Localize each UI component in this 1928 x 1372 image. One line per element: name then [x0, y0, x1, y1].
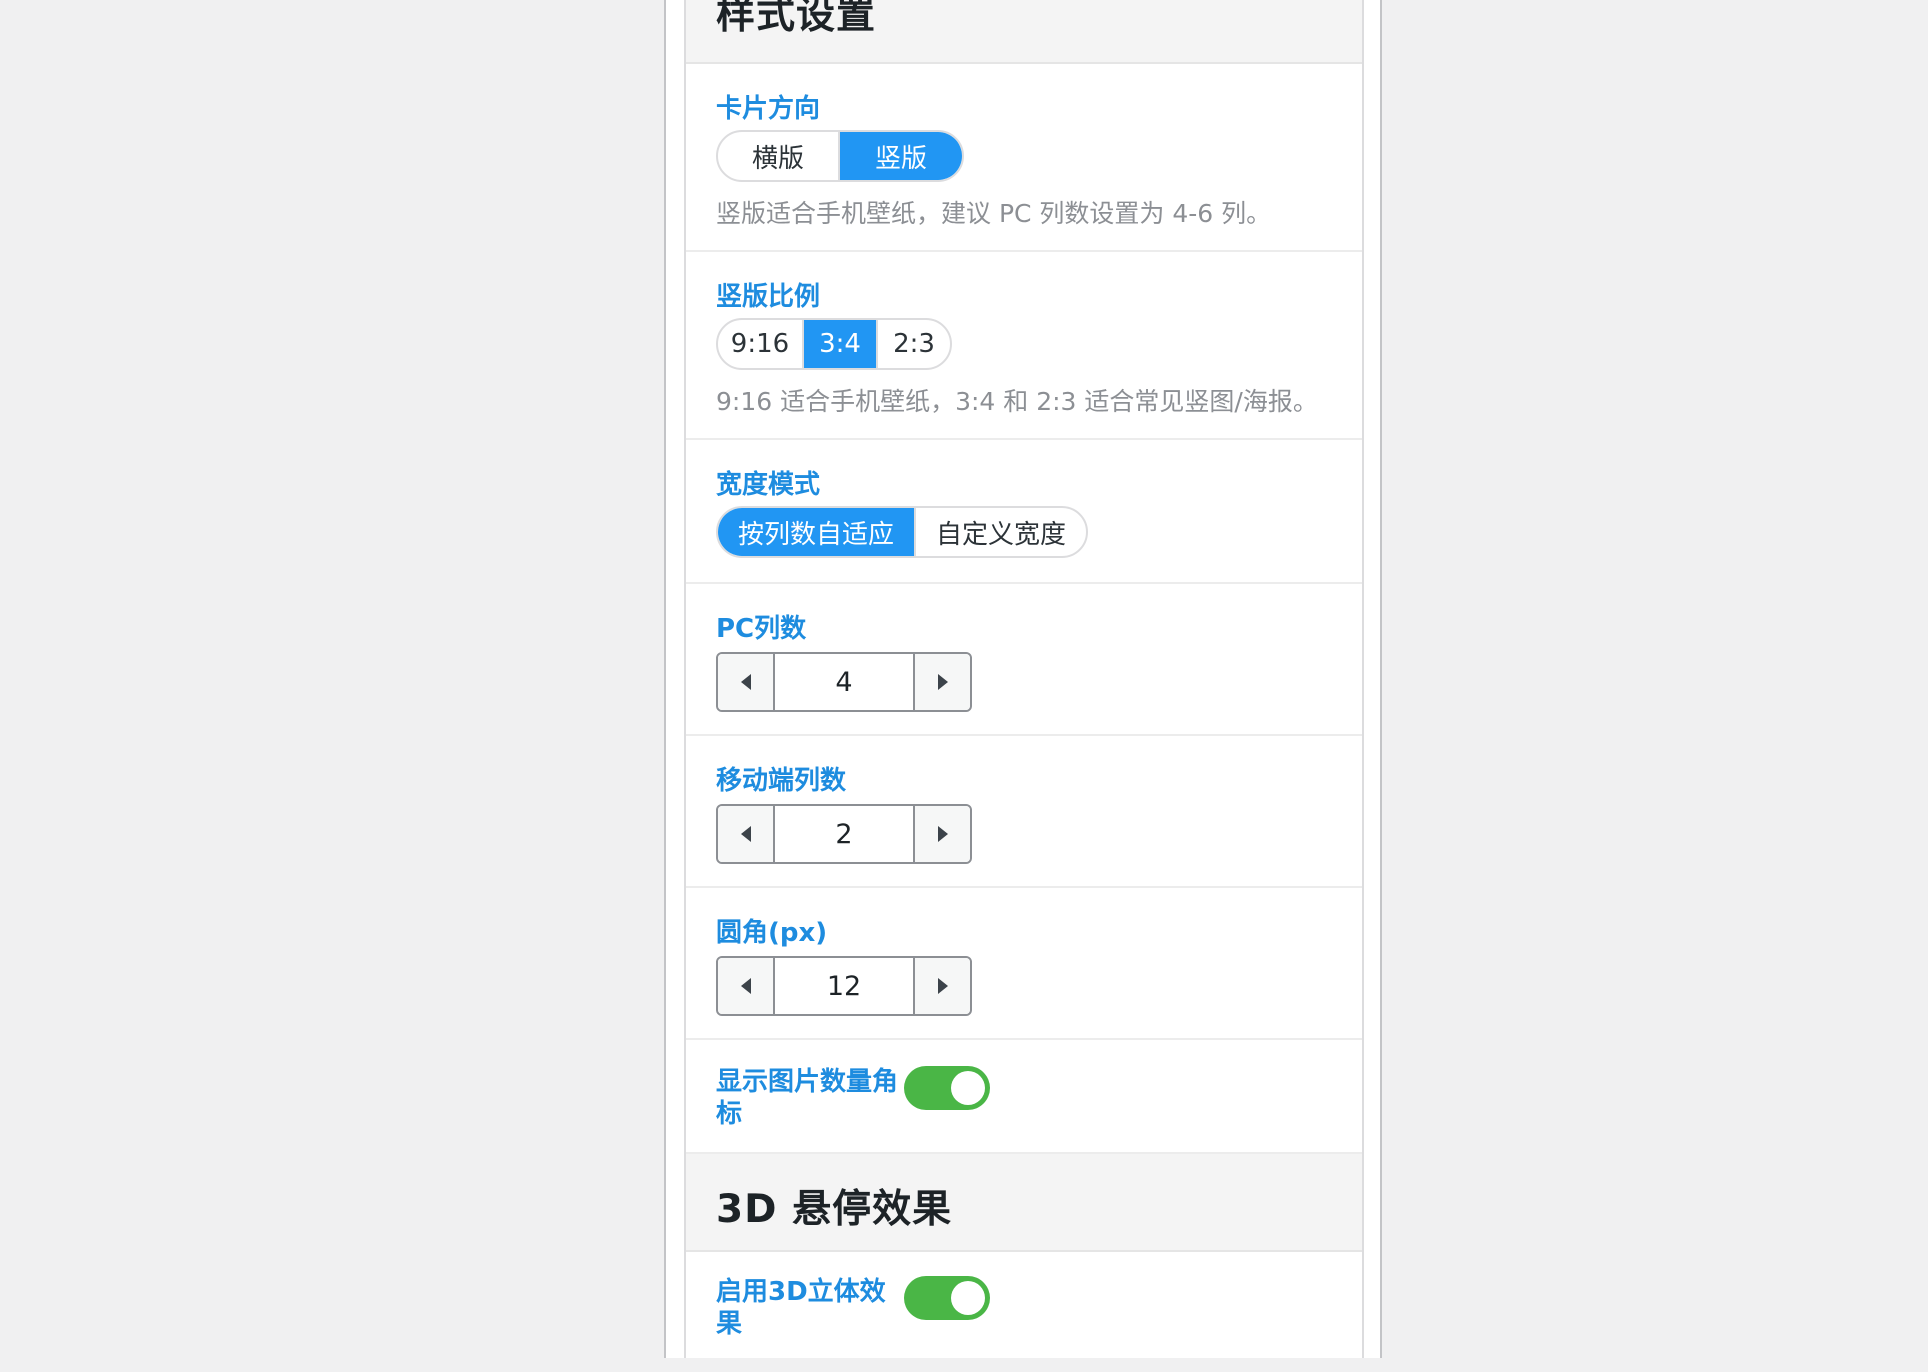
enable-3d-row: 启用3D立体效果: [686, 1252, 1362, 1372]
card-orientation-segmented: 横版 竖版: [716, 130, 964, 182]
width-mode-option-custom[interactable]: 自定义宽度: [916, 508, 1086, 556]
card-orientation-description: 竖版适合手机壁纸，建议 PC 列数设置为 4-6 列。: [716, 199, 1272, 228]
mobile-columns-label: 移动端列数: [716, 766, 847, 796]
ratio-option-9-16[interactable]: 9:16: [718, 320, 804, 368]
triangle-right-icon: [937, 978, 948, 994]
mobile-columns-stepper: 2: [716, 804, 972, 864]
triangle-left-icon: [740, 826, 751, 842]
pc-columns-stepper: 4: [716, 652, 972, 712]
portrait-ratio-description: 9:16 适合手机壁纸，3:4 和 2:3 适合常见竖图/海报。: [716, 387, 1318, 416]
mobile-columns-input[interactable]: 2: [775, 806, 913, 862]
corner-radius-increment-button[interactable]: [913, 958, 970, 1014]
mobile-columns-row: 移动端列数 2: [686, 736, 1362, 888]
pc-columns-label: PC列数: [716, 614, 807, 644]
settings-panel: 样式设置 卡片方向 横版 竖版 竖版适合手机壁纸，建议 PC 列数设置为 4-6…: [684, 0, 1364, 1358]
corner-radius-row: 圆角(px) 12: [686, 888, 1362, 1040]
enable-3d-toggle[interactable]: [904, 1276, 990, 1320]
corner-radius-input[interactable]: 12: [775, 958, 913, 1014]
card-orientation-label: 卡片方向: [716, 94, 821, 124]
pc-columns-input[interactable]: 4: [775, 654, 913, 710]
mobile-columns-increment-button[interactable]: [913, 806, 970, 862]
style-section-title: 样式设置: [716, 0, 877, 38]
hover-section-title: 3D 悬停效果: [716, 1187, 953, 1232]
pc-columns-increment-button[interactable]: [913, 654, 970, 710]
triangle-right-icon: [937, 826, 948, 842]
show-count-badge-row: 显示图片数量角标: [686, 1040, 1362, 1154]
ratio-option-3-4[interactable]: 3:4: [804, 320, 878, 368]
triangle-left-icon: [740, 978, 751, 994]
triangle-right-icon: [937, 674, 948, 690]
pc-columns-decrement-button[interactable]: [718, 654, 775, 710]
orientation-option-landscape[interactable]: 横版: [718, 132, 840, 180]
corner-radius-label: 圆角(px): [716, 918, 828, 948]
show-count-badge-label: 显示图片数量角标: [716, 1067, 899, 1129]
width-mode-segmented: 按列数自适应 自定义宽度: [716, 506, 1088, 558]
mobile-columns-decrement-button[interactable]: [718, 806, 775, 862]
enable-3d-label: 启用3D立体效果: [716, 1277, 886, 1339]
orientation-option-portrait[interactable]: 竖版: [840, 132, 962, 180]
corner-radius-decrement-button[interactable]: [718, 958, 775, 1014]
ratio-option-2-3[interactable]: 2:3: [878, 320, 950, 368]
width-mode-row: 宽度模式 按列数自适应 自定义宽度: [686, 440, 1362, 584]
style-section-header: 样式设置: [686, 0, 1362, 64]
width-mode-label: 宽度模式: [716, 470, 821, 500]
hover-section-header: 3D 悬停效果: [686, 1154, 1362, 1252]
portrait-ratio-label: 竖版比例: [716, 282, 821, 312]
toggle-knob: [951, 1071, 985, 1105]
card-orientation-row: 卡片方向 横版 竖版 竖版适合手机壁纸，建议 PC 列数设置为 4-6 列。: [686, 64, 1362, 252]
triangle-left-icon: [740, 674, 751, 690]
width-mode-option-auto[interactable]: 按列数自适应: [718, 508, 916, 556]
show-count-badge-toggle[interactable]: [904, 1066, 990, 1110]
toggle-knob: [951, 1281, 985, 1315]
settings-window: 样式设置 卡片方向 横版 竖版 竖版适合手机壁纸，建议 PC 列数设置为 4-6…: [664, 0, 1382, 1358]
corner-radius-stepper: 12: [716, 956, 972, 1016]
portrait-ratio-row: 竖版比例 9:16 3:4 2:3 9:16 适合手机壁纸，3:4 和 2:3 …: [686, 252, 1362, 440]
portrait-ratio-segmented: 9:16 3:4 2:3: [716, 318, 952, 370]
pc-columns-row: PC列数 4: [686, 584, 1362, 736]
